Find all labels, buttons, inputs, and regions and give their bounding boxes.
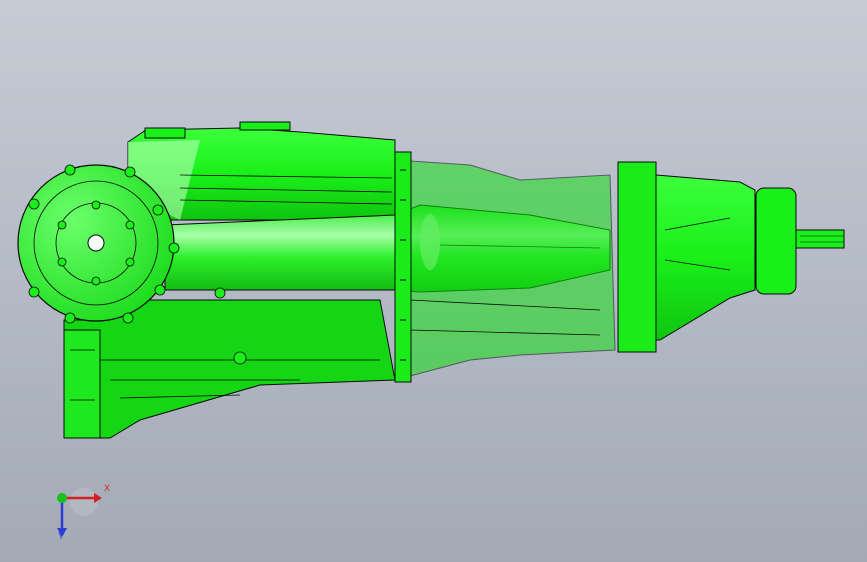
axis-x-label: X — [104, 483, 111, 493]
tail-flange — [617, 161, 756, 353]
view-orientation-triad[interactable]: X Y — [44, 482, 124, 546]
lower-housing — [63, 299, 396, 439]
graphics-viewport[interactable]: X Y — [0, 0, 867, 562]
axis-triad-icon — [57, 488, 102, 537]
transmission-model[interactable] — [0, 0, 867, 562]
output-shaft — [755, 187, 845, 295]
axis-y-label: Y — [58, 531, 65, 541]
upper-housing — [127, 121, 396, 221]
mid-section — [394, 151, 616, 383]
